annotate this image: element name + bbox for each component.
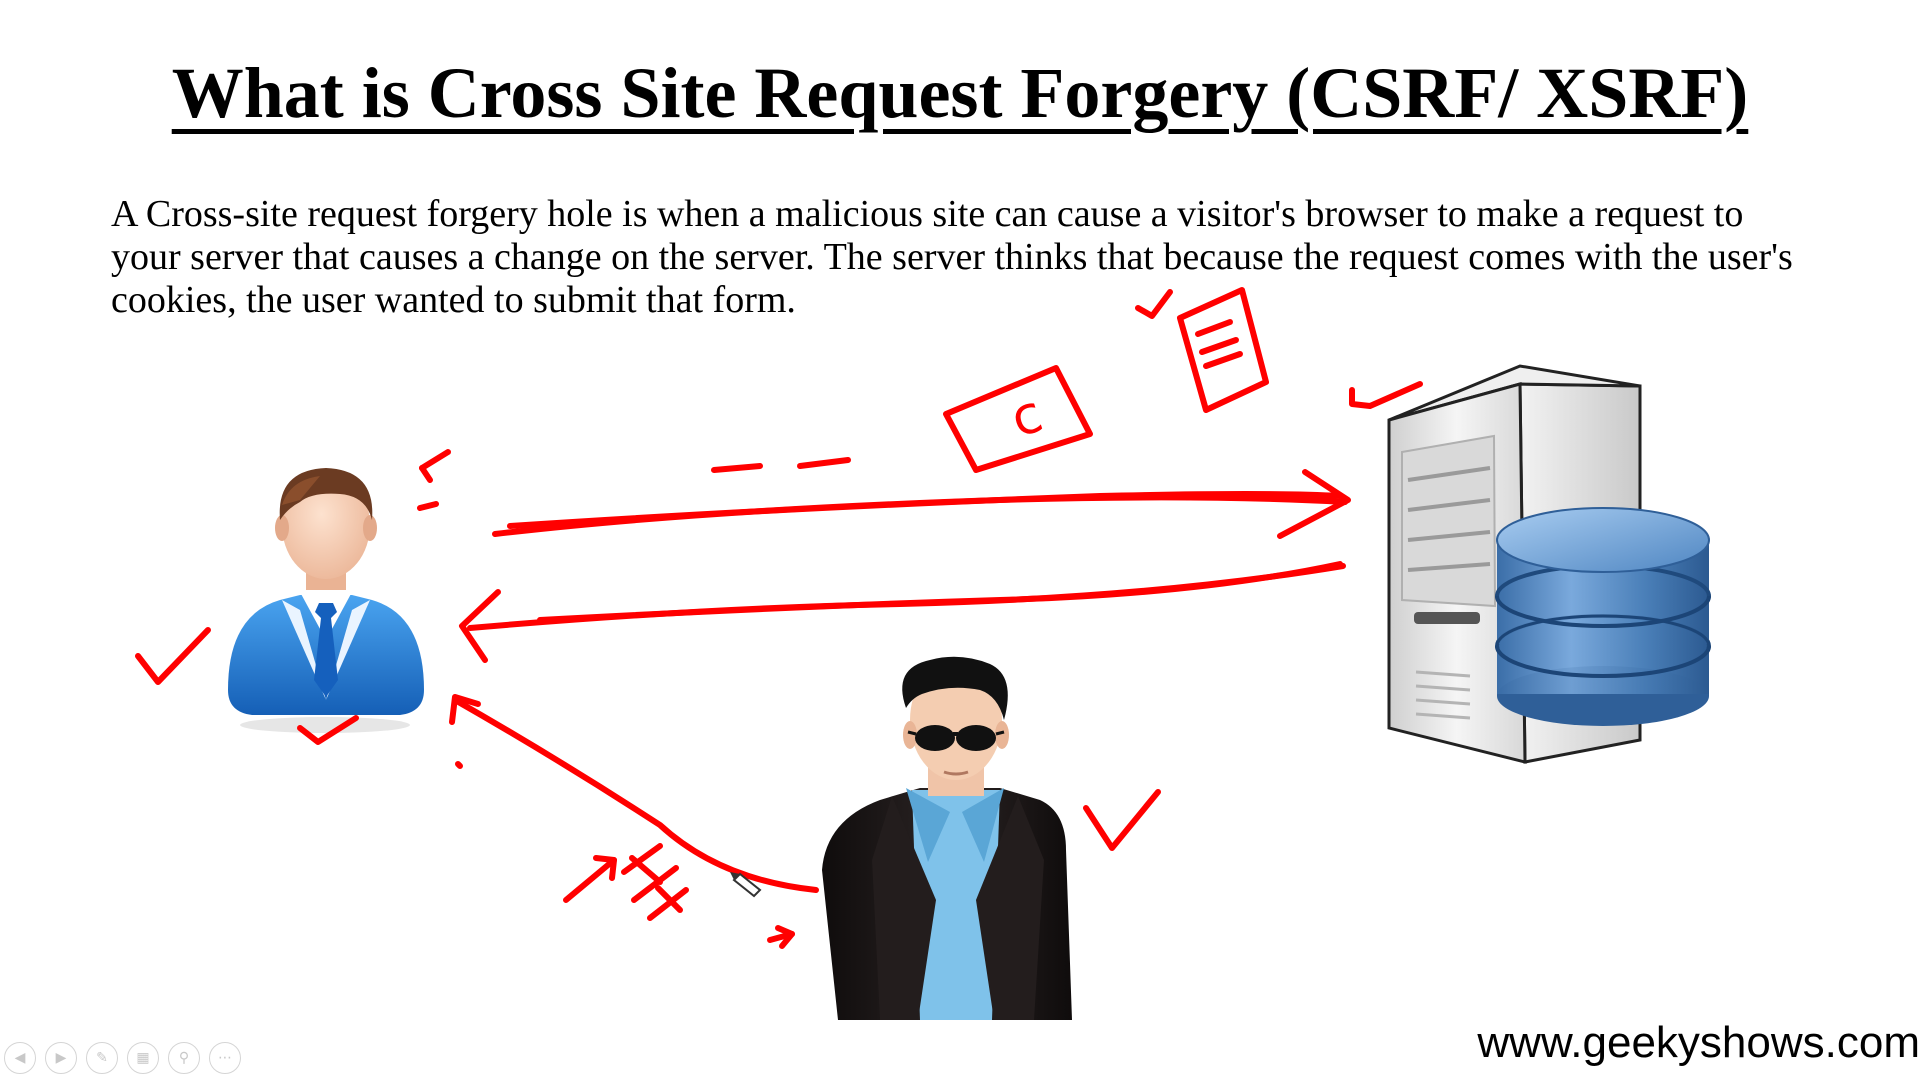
diagram-canvas: c: [135, 287, 1711, 1020]
slide: What is Cross Site Request Forgery (CSRF…: [0, 0, 1920, 1080]
footer-url: www.geekyshows.com: [1477, 1018, 1920, 1067]
database-icon: [1495, 507, 1711, 726]
slides-icon[interactable]: ▦: [127, 1042, 159, 1074]
cookie-label: c: [1004, 384, 1050, 450]
victim-user-icon: [228, 468, 424, 733]
checkmark-attacker: [1083, 789, 1161, 851]
checkmark-victim: [135, 627, 211, 685]
attacker-icon: [822, 656, 1072, 1020]
form-document-icon: [1177, 287, 1269, 413]
request-arrowhead: [1277, 469, 1351, 539]
more-icon[interactable]: ⋯: [209, 1042, 241, 1074]
pen-icon[interactable]: ✎: [86, 1042, 118, 1074]
previous-icon[interactable]: ◀: [4, 1042, 36, 1074]
zoom-icon[interactable]: ⚲: [168, 1042, 200, 1074]
checkmark-server: [1349, 381, 1423, 409]
slideshow-toolbar: ◀ ▶ ✎ ▦ ⚲ ⋯: [4, 1042, 241, 1078]
next-icon[interactable]: ▶: [45, 1042, 77, 1074]
